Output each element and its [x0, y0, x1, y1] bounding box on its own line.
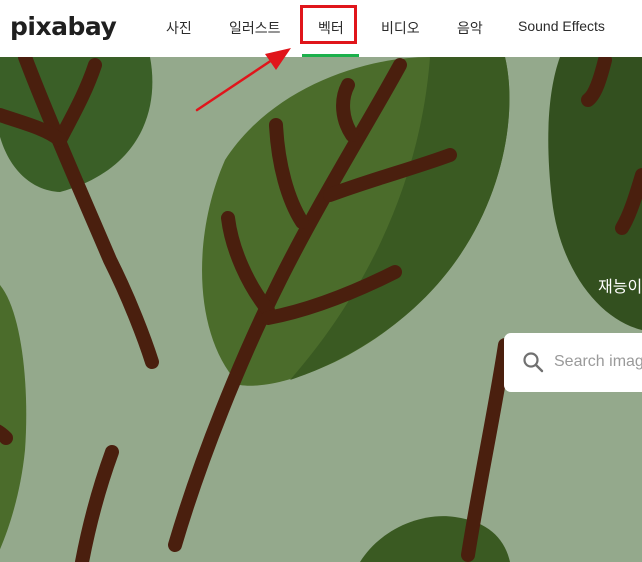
pixabay-logo[interactable]: pixabay — [10, 12, 117, 41]
active-tab-underline — [302, 54, 359, 57]
hero-title: 재능이 — [598, 279, 642, 296]
nav-sound-effects[interactable]: Sound Effects — [518, 18, 605, 34]
leaf-illustration — [0, 57, 642, 562]
nav-music[interactable]: 음악 — [457, 18, 483, 38]
nav-illustration[interactable]: 일러스트 — [229, 18, 281, 38]
search-box[interactable] — [504, 333, 642, 392]
hero-banner — [0, 57, 642, 562]
page: pixabay 사진 일러스트 벡터 비디오 음악 Sound Effects — [0, 0, 642, 562]
nav-photo[interactable]: 사진 — [166, 18, 192, 38]
search-icon[interactable] — [522, 351, 544, 373]
nav-video[interactable]: 비디오 — [381, 18, 420, 38]
highlight-box — [300, 5, 357, 44]
search-input[interactable] — [554, 351, 642, 373]
